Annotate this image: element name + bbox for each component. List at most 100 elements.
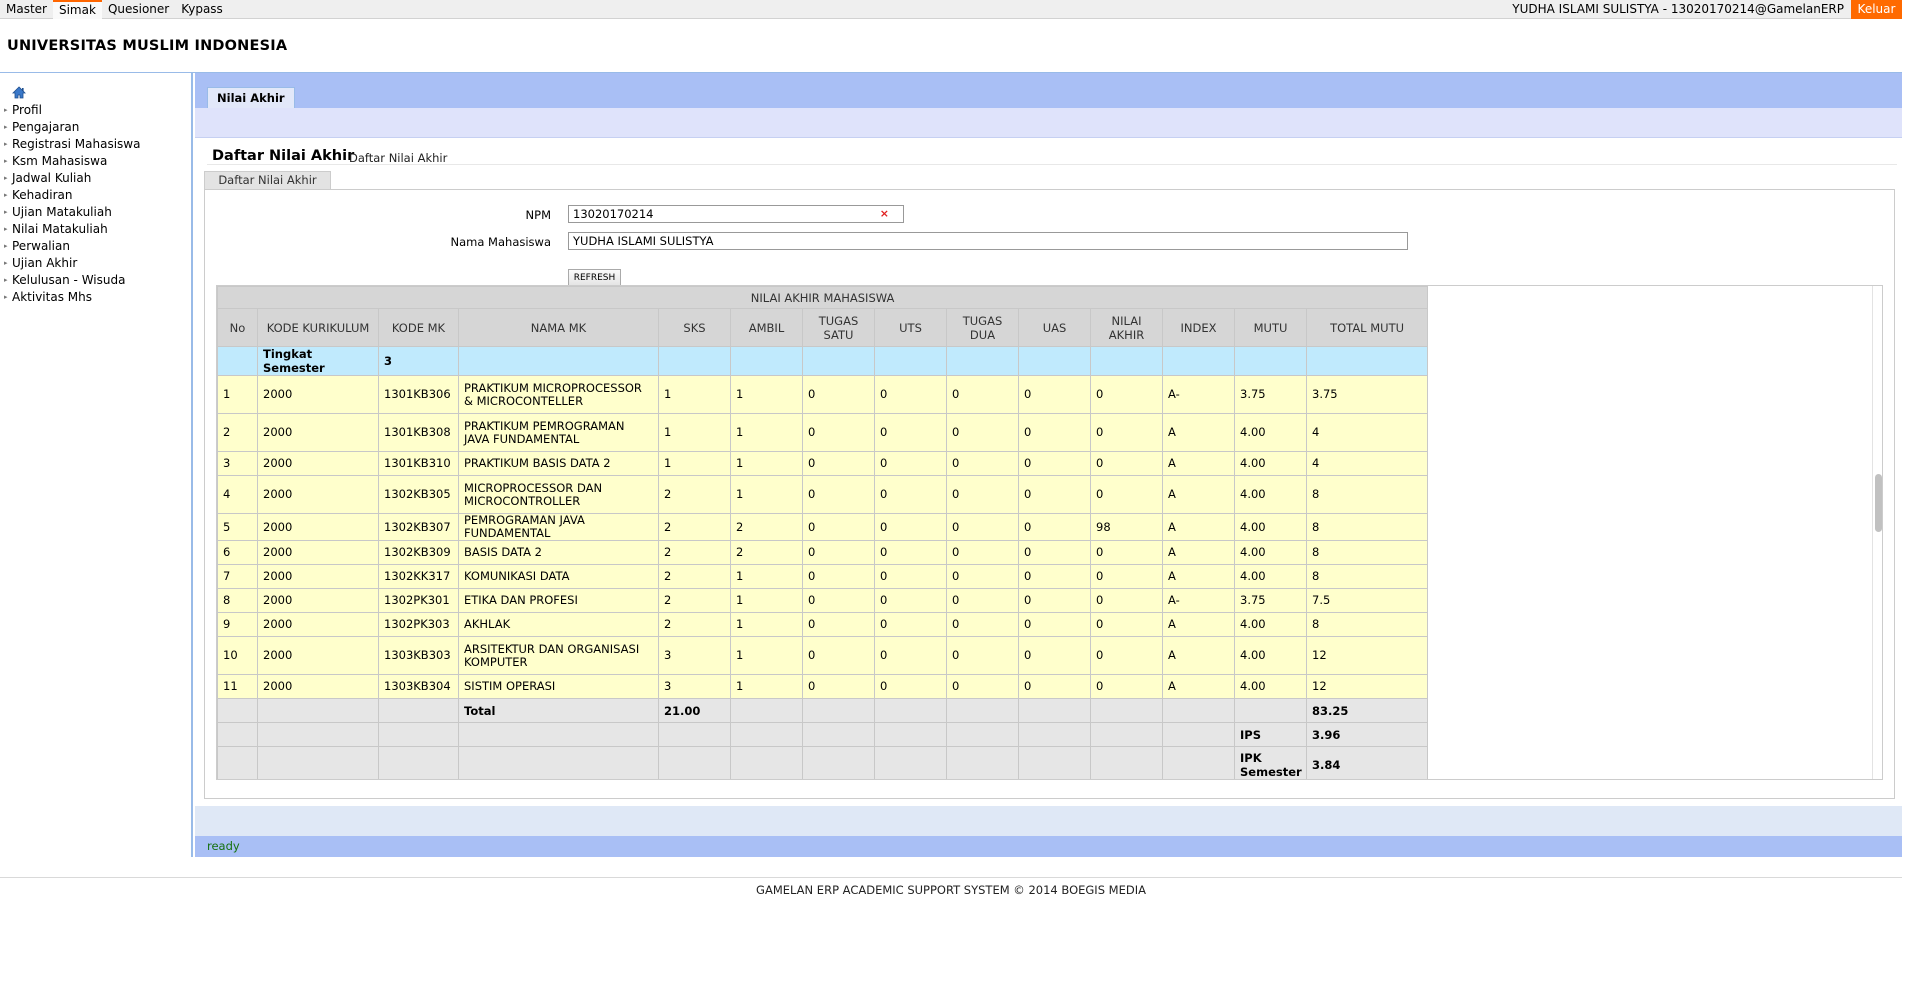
nav-quesioner[interactable]: Quesioner xyxy=(102,0,175,19)
main-panel: Nilai Akhir Daftar Nilai Akhir Daftar Ni… xyxy=(195,73,1902,857)
sidebar-item-aktivitas-mhs[interactable]: ▸ Aktivitas Mhs xyxy=(4,289,140,306)
cell-total-mutu: 4 xyxy=(1305,413,1429,452)
cell-tugas-satu: 0 xyxy=(802,475,875,514)
col-header-tugas-dua[interactable]: TUGAS DUA xyxy=(946,308,1019,347)
cell-tugas-satu: 0 xyxy=(802,451,875,476)
grid-caption: NILAI AKHIR MAHASISWA xyxy=(217,286,1429,309)
col-header-nilai-akhir[interactable]: NILAI AKHIR xyxy=(1090,308,1163,347)
sidebar-item-label: Registrasi Mahasiswa xyxy=(12,137,141,151)
sidebar-item-registrasi-mahasiswa[interactable]: ▸ Registrasi Mahasiswa xyxy=(4,136,140,153)
col-header-total-mutu[interactable]: TOTAL MUTU xyxy=(1305,308,1429,347)
col-header-ambil[interactable]: AMBIL xyxy=(730,308,803,347)
cell-mutu: 4.00 xyxy=(1234,540,1307,565)
cell-total-mutu: 12 xyxy=(1305,674,1429,699)
npm-input[interactable]: 13020170214 × xyxy=(568,205,904,223)
cell-ambil: 2 xyxy=(730,540,803,565)
col-header-index[interactable]: INDEX xyxy=(1162,308,1235,347)
sidebar-item-kehadiran[interactable]: ▸ Kehadiran xyxy=(4,187,140,204)
col-header-kode-mk[interactable]: KODE MK xyxy=(378,308,459,347)
grid-scroll-thumb[interactable] xyxy=(1875,474,1882,532)
sidebar-item-kelulusan-wisuda[interactable]: ▸ Kelulusan - Wisuda xyxy=(4,272,140,289)
tab-nilai-akhir[interactable]: Nilai Akhir xyxy=(207,87,295,108)
cell-nilai-akhir: 0 xyxy=(1090,636,1163,675)
col-header-uas[interactable]: UAS xyxy=(1018,308,1091,347)
col-header-no[interactable]: No xyxy=(217,308,258,347)
sidebar-item-pengajaran[interactable]: ▸ Pengajaran xyxy=(4,119,140,136)
chevron-right-icon: ▸ xyxy=(4,123,8,131)
sidebar-item-jadwal-kuliah[interactable]: ▸ Jadwal Kuliah xyxy=(4,170,140,187)
nav-master[interactable]: Master xyxy=(0,0,53,19)
table-row[interactable]: 7 2000 1302KK317 KOMUNIKASI DATA 2 1 0 0 0 0 0 A 4.0… xyxy=(217,564,1429,589)
table-row[interactable]: 4 2000 1302KB305 MICROPROCESSOR DAN MICROCO… xyxy=(217,475,1429,514)
page-title: Daftar Nilai Akhir xyxy=(212,148,355,164)
cell-nama-mk: KOMUNIKASI DATA xyxy=(458,564,659,589)
table-row[interactable]: 6 2000 1302KB309 BASIS DATA 2 2 2 0 0 0 0 0 A 4.00 8 xyxy=(217,540,1429,565)
cell-no: 4 xyxy=(217,475,258,514)
col-header-mutu[interactable]: MUTU xyxy=(1234,308,1307,347)
logout-button[interactable]: Keluar xyxy=(1851,0,1902,19)
sidebar-item-ujian-akhir[interactable]: ▸ Ujian Akhir xyxy=(4,255,140,272)
cell-total-mutu: 12 xyxy=(1305,636,1429,675)
cell-ambil: 1 xyxy=(730,564,803,589)
page-scrollbar[interactable] xyxy=(1902,0,1912,998)
cell-tugas-dua: 0 xyxy=(946,674,1019,699)
cell-kode-mk: 1301KB310 xyxy=(378,451,459,476)
ipk-label: IPK Semester xyxy=(1234,746,1307,779)
grid-scrollbar[interactable] xyxy=(1872,286,1882,779)
npm-value: 13020170214 xyxy=(573,207,654,221)
home-icon[interactable] xyxy=(12,86,26,99)
cell-tugas-dua: 0 xyxy=(946,375,1019,414)
grades-grid: NILAI AKHIR MAHASISWA No KODE KURIKULUM … xyxy=(216,285,1883,780)
cell-total-mutu: 8 xyxy=(1305,540,1429,565)
table-row[interactable]: 11 2000 1303KB304 SISTIM OPERASI 3 1 0 0 0 0 0 A 4.0… xyxy=(217,674,1429,699)
cell-nilai-akhir: 0 xyxy=(1090,612,1163,637)
cell-total-mutu: 3.75 xyxy=(1305,375,1429,414)
table-row[interactable]: 1 2000 1301KB306 PRAKTIKUM MICROPROCESSOR &… xyxy=(217,375,1429,414)
sidebar-item-profil[interactable]: ▸ Profil xyxy=(4,102,140,119)
cell-no: 3 xyxy=(217,451,258,476)
cell-ambil: 1 xyxy=(730,636,803,675)
cell-no: 1 xyxy=(217,375,258,414)
nav-simak[interactable]: Simak xyxy=(52,0,102,19)
table-row[interactable]: 5 2000 1302KB307 PEMROGRAMAN JAVA FUNDAMENT… xyxy=(217,513,1429,541)
table-row[interactable]: 9 2000 1302PK303 AKHLAK 2 1 0 0 0 0 0 A 4.00 8 xyxy=(217,612,1429,637)
cell-nilai-akhir: 0 xyxy=(1090,413,1163,452)
nama-input[interactable]: YUDHA ISLAMI SULISTYA xyxy=(568,232,1408,250)
title-divider xyxy=(207,164,1897,165)
app-title: UNIVERSITAS MUSLIM INDONESIA xyxy=(7,38,288,54)
sidebar-item-label: Ksm Mahasiswa xyxy=(12,154,108,168)
npm-label: NPM xyxy=(525,208,551,222)
cell-mutu: 4.00 xyxy=(1234,564,1307,589)
cell-nilai-akhir: 0 xyxy=(1090,540,1163,565)
col-header-tugas-satu[interactable]: TUGAS SATU xyxy=(802,308,875,347)
cell-kode-kurikulum: 2000 xyxy=(257,475,379,514)
sidebar-item-ujian-matakuliah[interactable]: ▸ Ujian Matakuliah xyxy=(4,204,140,221)
nav-kypass[interactable]: Kypass xyxy=(175,0,229,19)
sidebar-item-ksm-mahasiswa[interactable]: ▸ Ksm Mahasiswa xyxy=(4,153,140,170)
table-row[interactable]: 3 2000 1301KB310 PRAKTIKUM BASIS DATA 21100… xyxy=(217,451,1429,476)
col-header-kode-kurikulum[interactable]: KODE KURIKULUM xyxy=(257,308,379,347)
col-header-sks[interactable]: SKS xyxy=(658,308,731,347)
cell-no: 9 xyxy=(217,612,258,637)
semester-group-row[interactable]: Tingkat Semester 3 xyxy=(217,346,1429,376)
cell-tugas-satu: 0 xyxy=(802,413,875,452)
cell-kode-kurikulum: 2000 xyxy=(257,513,379,541)
sidebar-item-nilai-matakuliah[interactable]: ▸ Nilai Matakuliah xyxy=(4,221,140,238)
cell-nilai-akhir: 0 xyxy=(1090,588,1163,613)
sidebar-item-perwalian[interactable]: ▸ Perwalian xyxy=(4,238,140,255)
table-row[interactable]: 2 2000 1301KB308 PRAKTIKUM PEMROGRAMAN JAVA… xyxy=(217,413,1429,452)
cell-ambil: 1 xyxy=(730,375,803,414)
table-row[interactable]: 10 2000 1303KB303 ARSITEKTUR DAN ORGANISASI… xyxy=(217,636,1429,675)
cell-sks: 2 xyxy=(658,513,731,541)
col-header-uts[interactable]: UTS xyxy=(874,308,947,347)
table-row[interactable]: 8 2000 1302PK301 ETIKA DAN PROFESI 2 1 0 0 0 0 0 A-… xyxy=(217,588,1429,613)
cell-uts: 0 xyxy=(874,612,947,637)
grades-table: NILAI AKHIR MAHASISWA No KODE KURIKULUM … xyxy=(217,286,1429,779)
col-header-nama-mk[interactable]: NAMA MK xyxy=(458,308,659,347)
cell-index: A xyxy=(1162,451,1235,476)
cell-nama-mk: ETIKA DAN PROFESI xyxy=(458,588,659,613)
cell-total-mutu: 8 xyxy=(1305,564,1429,589)
cell-uas: 0 xyxy=(1018,375,1091,414)
cell-tugas-dua: 0 xyxy=(946,540,1019,565)
form-tab[interactable]: Daftar Nilai Akhir xyxy=(204,171,331,189)
